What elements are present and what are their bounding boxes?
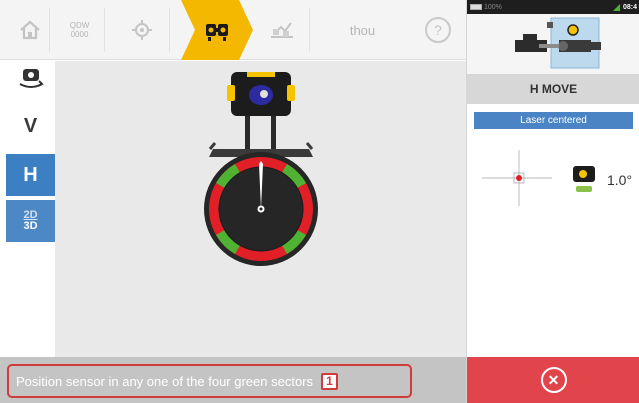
instruction-bar: Position sensor in any one of the four g…	[0, 357, 466, 403]
machine-train-icon	[515, 17, 601, 69]
dial	[204, 152, 318, 266]
sensor-head	[227, 72, 295, 116]
status-bar: 100% 08:4	[467, 0, 639, 14]
instruction-text: Position sensor in any one of the four g…	[16, 373, 314, 389]
callout-badge: 1	[321, 372, 339, 390]
view-2d-3d-toggle[interactable]: 2D 3D	[6, 200, 55, 242]
right-panel: 100% 08:4 H MOVE Laser centered 1.0° ✕	[466, 0, 639, 403]
sensor-dial-graphic	[204, 72, 318, 266]
home-button[interactable]	[10, 8, 50, 52]
mode-title: H MOVE	[467, 74, 639, 104]
measure-icon	[206, 24, 228, 41]
measure-button[interactable]	[181, 0, 253, 60]
cancel-icon: ✕	[540, 367, 567, 393]
machine-info-button[interactable]: QDW 0000	[55, 8, 105, 52]
sensor-positioning-canvas	[55, 61, 466, 357]
dimensions-button[interactable]	[115, 8, 170, 52]
results-button[interactable]	[255, 8, 310, 52]
horizontal-label: H	[23, 163, 38, 186]
help-button[interactable]: ?	[420, 8, 456, 52]
machine-info-line2: 0000	[70, 30, 89, 39]
laser-dot	[516, 175, 522, 181]
sensor-rotate-icon	[19, 69, 44, 88]
home-icon	[19, 20, 40, 40]
battery-level: 100%	[484, 3, 502, 11]
battery-indicator: 100%	[470, 4, 502, 11]
help-icon: ?	[425, 17, 451, 43]
vertical-button[interactable]: V	[6, 105, 55, 147]
instruction-box: Position sensor in any one of the four g…	[7, 364, 412, 398]
battery-icon	[470, 4, 482, 10]
machine-thumbnail[interactable]	[467, 14, 639, 74]
cancel-button[interactable]: ✕	[467, 357, 639, 403]
view-2d-label: 2D	[23, 209, 38, 221]
tilt-angle-value: 1.0°	[607, 172, 633, 188]
top-toolbar: QDW 0000 thou ?	[0, 0, 466, 60]
machine-info-line1: QDW	[69, 21, 90, 30]
status-clock: 08:4	[622, 3, 637, 11]
sensor-tilt-icon	[573, 166, 595, 192]
signal-icon	[612, 3, 620, 11]
dimensions-icon	[132, 20, 152, 40]
vertical-label: V	[23, 114, 38, 137]
sensor-rotate-button[interactable]	[6, 60, 55, 96]
laser-status-banner: Laser centered	[474, 112, 633, 129]
units-button[interactable]: thou	[335, 8, 390, 52]
units-label: thou	[349, 22, 376, 38]
results-icon	[271, 22, 293, 38]
view-3d-label: 3D	[23, 220, 38, 232]
horizontal-button[interactable]: H	[6, 154, 55, 196]
